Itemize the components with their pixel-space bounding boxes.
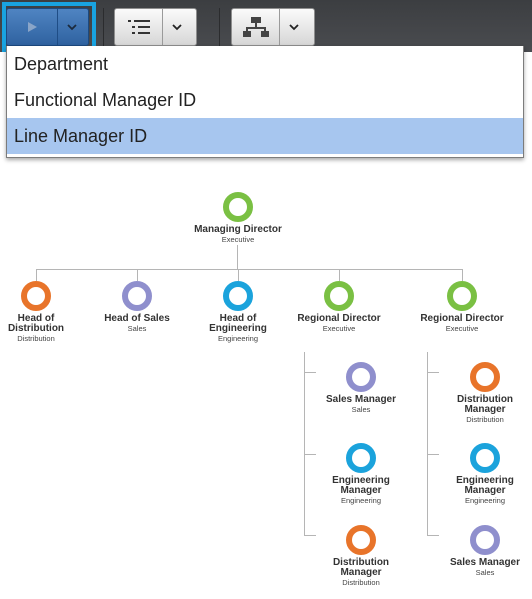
node-circle-icon xyxy=(470,443,500,473)
node-title: Head of Distribution xyxy=(7,313,65,334)
play-dropdown-button[interactable] xyxy=(57,9,86,45)
node-department: Executive xyxy=(445,324,479,333)
org-node[interactable]: Sales Manager Sales xyxy=(420,525,532,577)
toolbar xyxy=(0,0,532,52)
connector xyxy=(462,269,463,281)
dropdown-item-department[interactable]: Department xyxy=(7,46,523,82)
hierarchy-dropdown-button[interactable] xyxy=(279,9,308,45)
node-title: Regional Director xyxy=(420,313,504,324)
node-circle-icon xyxy=(21,281,51,311)
org-node[interactable]: Regional Director Executive xyxy=(397,281,527,333)
node-circle-icon xyxy=(470,525,500,555)
org-node[interactable]: Distribution Manager Distribution xyxy=(420,362,532,424)
toolbar-separator xyxy=(103,8,104,46)
play-icon xyxy=(28,22,37,32)
chevron-down-icon xyxy=(289,24,299,31)
node-department: Executive xyxy=(221,235,255,244)
org-node[interactable]: Regional Director Executive xyxy=(274,281,404,333)
node-circle-icon xyxy=(122,281,152,311)
node-circle-icon xyxy=(324,281,354,311)
grouping-dropdown: Department Functional Manager ID Line Ma… xyxy=(6,46,524,158)
node-title: Sales Manager xyxy=(449,557,521,568)
node-title: Head of Engineering xyxy=(209,313,267,334)
dropdown-item-functional-manager-id[interactable]: Functional Manager ID xyxy=(7,82,523,118)
org-node[interactable]: Managing Director Executive xyxy=(173,192,303,244)
org-node[interactable]: Engineering Manager Engineering xyxy=(296,443,426,505)
connector xyxy=(237,245,238,269)
chevron-down-icon xyxy=(67,24,77,31)
org-node[interactable]: Sales Manager Sales xyxy=(296,362,426,414)
node-department: Distribution xyxy=(342,578,380,587)
connector xyxy=(339,269,340,281)
toolbar-separator xyxy=(219,8,220,46)
node-department: Sales xyxy=(475,568,495,577)
node-title: Managing Director xyxy=(194,224,282,235)
list-button[interactable] xyxy=(115,9,162,45)
node-circle-icon xyxy=(223,281,253,311)
connector xyxy=(137,269,138,281)
list-icon xyxy=(127,20,150,34)
connector xyxy=(36,269,37,281)
node-department: Distribution xyxy=(17,334,55,343)
node-circle-icon xyxy=(223,192,253,222)
node-department: Executive xyxy=(322,324,356,333)
node-title: Regional Director xyxy=(297,313,381,324)
node-title: Distribution Manager xyxy=(456,394,514,415)
dropdown-item-line-manager-id[interactable]: Line Manager ID xyxy=(7,118,523,154)
hierarchy-split-button[interactable] xyxy=(231,8,315,46)
node-circle-icon xyxy=(447,281,477,311)
node-department: Distribution xyxy=(466,415,504,424)
hierarchy-button[interactable] xyxy=(232,9,279,45)
node-circle-icon xyxy=(346,362,376,392)
play-split-button[interactable] xyxy=(6,8,89,46)
node-department: Sales xyxy=(351,405,371,414)
org-node[interactable]: Engineering Manager Engineering xyxy=(420,443,532,505)
list-split-button[interactable] xyxy=(114,8,197,46)
hierarchy-icon xyxy=(242,17,269,37)
node-department: Engineering xyxy=(464,496,506,505)
connector xyxy=(238,269,239,281)
connector xyxy=(36,269,463,270)
node-circle-icon xyxy=(346,525,376,555)
node-circle-icon xyxy=(346,443,376,473)
node-title: Engineering Manager xyxy=(456,475,514,496)
list-dropdown-button[interactable] xyxy=(162,9,191,45)
node-department: Engineering xyxy=(217,334,259,343)
node-title: Distribution Manager xyxy=(332,557,390,578)
node-circle-icon xyxy=(470,362,500,392)
org-node[interactable]: Distribution Manager Distribution xyxy=(296,525,426,587)
chevron-down-icon xyxy=(172,24,182,31)
play-button[interactable] xyxy=(7,9,57,45)
node-department: Engineering xyxy=(340,496,382,505)
node-title: Engineering Manager xyxy=(332,475,390,496)
node-title: Sales Manager xyxy=(325,394,397,405)
